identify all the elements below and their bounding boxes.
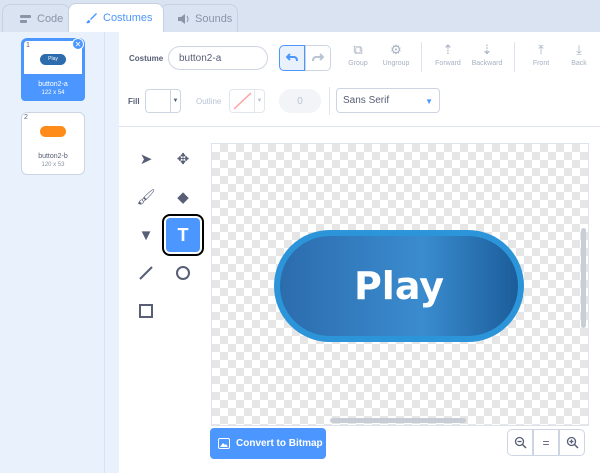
outline-width-input[interactable]: 0: [279, 89, 321, 113]
eraser-tool[interactable]: ◆: [166, 180, 200, 214]
zoom-out-button[interactable]: [507, 429, 533, 456]
front-icon: ⤒: [538, 42, 544, 57]
fill-tool[interactable]: ▼: [129, 218, 163, 252]
costume-name: button2-a: [38, 81, 68, 88]
section-divider: [119, 126, 600, 127]
back-button[interactable]: ⤓ Back: [559, 42, 599, 67]
outline-color-picker[interactable]: ▼: [229, 89, 265, 113]
zoom-reset-label: =: [542, 435, 550, 450]
zoom-in-button[interactable]: [559, 429, 585, 456]
costume-list: 1 Play ✕ button2-a 122 x 54 2 button2-b …: [0, 32, 105, 473]
toolbar-divider: [421, 42, 422, 72]
circle-tool[interactable]: [166, 256, 200, 290]
tab-bar: Code Costumes Sounds: [0, 0, 600, 32]
forward-button[interactable]: ⇡ Forward: [428, 42, 468, 67]
group-icon: ⧉: [353, 42, 363, 57]
font-select[interactable]: Sans Serif ▼: [336, 88, 440, 113]
costume-name-input[interactable]: button2-a: [168, 46, 268, 70]
brush-icon: [86, 13, 97, 24]
costume-thumbnail: [40, 126, 66, 137]
tab-code[interactable]: Code: [2, 4, 70, 32]
paint-editor: Costume button2-a ⧉ Group ⚙ Ungroup ⇡ Fo…: [119, 32, 600, 473]
font-select-value: Sans Serif: [343, 95, 390, 106]
forward-icon: ⇡: [442, 42, 454, 57]
toolbar-divider: [329, 87, 330, 115]
circle-icon: [176, 266, 190, 280]
undo-redo-group: [279, 45, 331, 71]
costume-thumbnail: Play: [40, 54, 66, 65]
group-button[interactable]: ⧉ Group: [338, 42, 378, 67]
rectangle-icon: [139, 304, 153, 318]
tab-costumes[interactable]: Costumes: [68, 3, 164, 32]
tab-code-label: Code: [37, 12, 64, 25]
backward-label: Backward: [471, 60, 503, 67]
delete-icon[interactable]: ✕: [72, 38, 84, 50]
undo-button[interactable]: [279, 45, 305, 71]
costume-item[interactable]: 1 Play ✕ button2-a 122 x 54: [21, 38, 85, 101]
costume-label: Costume: [129, 54, 164, 63]
ungroup-icon: ⚙: [390, 42, 402, 57]
rectangle-tool[interactable]: [129, 294, 163, 328]
fill-label: Fill: [128, 97, 140, 106]
costume-number: 2: [24, 114, 28, 121]
back-label: Back: [571, 60, 587, 67]
reshape-icon: ✥: [176, 151, 190, 168]
costume-size: 122 x 54: [41, 90, 65, 96]
editor-toolbar: Costume button2-a ⧉ Group ⚙ Ungroup ⇡ Fo…: [119, 32, 600, 82]
horizontal-scrollbar[interactable]: [330, 418, 466, 423]
select-tool[interactable]: ➤: [129, 142, 163, 176]
arrow-pointer-icon: ➤: [139, 151, 153, 168]
brush-tool[interactable]: 🖌: [129, 180, 163, 214]
backward-button[interactable]: ⇣ Backward: [467, 42, 507, 67]
front-label: Front: [532, 60, 550, 67]
redo-button[interactable]: [305, 45, 331, 71]
text-tool[interactable]: T: [162, 214, 204, 256]
speaker-icon: [178, 13, 189, 24]
costume-item[interactable]: 2 button2-b 120 x 53: [21, 112, 85, 175]
costume-name: button2-b: [38, 153, 68, 160]
zoom-out-icon: [514, 436, 527, 449]
zoom-reset-button[interactable]: =: [533, 429, 559, 456]
ungroup-label: Ungroup: [382, 60, 410, 67]
play-button-text: Play: [353, 264, 445, 308]
no-color-icon: [233, 92, 252, 110]
convert-label: Convert to Bitmap: [236, 438, 323, 449]
outline-label: Outline: [196, 97, 222, 106]
brush-icon: 🖌: [136, 189, 156, 206]
paint-bucket-icon: ▼: [138, 226, 154, 244]
fill-color-picker[interactable]: ▼: [145, 89, 181, 113]
drawing-canvas[interactable]: Play: [211, 143, 589, 426]
undo-icon: [286, 53, 298, 62]
text-icon: T: [177, 224, 189, 245]
costume-number: 1: [26, 42, 30, 49]
forward-label: Forward: [435, 60, 461, 67]
tab-costumes-label: Costumes: [103, 12, 153, 24]
ungroup-button[interactable]: ⚙ Ungroup: [376, 42, 416, 67]
chevron-down-icon: ▼: [170, 90, 180, 112]
tab-sounds[interactable]: Sounds: [160, 4, 238, 32]
play-button-shape[interactable]: Play: [274, 230, 524, 342]
chevron-down-icon: ▼: [425, 97, 433, 106]
zoom-in-icon: [566, 436, 579, 449]
vertical-scrollbar[interactable]: [581, 228, 586, 328]
convert-to-bitmap-button[interactable]: Convert to Bitmap: [210, 428, 326, 459]
costume-size: 120 x 53: [41, 162, 65, 168]
reshape-tool[interactable]: ✥: [166, 142, 200, 176]
eraser-icon: ◆: [177, 189, 189, 206]
code-icon: [20, 14, 31, 23]
toolbar-divider: [514, 42, 515, 72]
line-tool[interactable]: [129, 256, 163, 290]
chevron-down-icon: ▼: [254, 90, 264, 112]
properties-bar: Fill ▼ Outline ▼ 0 Sans Serif ▼: [119, 82, 600, 122]
zoom-controls: =: [507, 429, 585, 456]
back-icon: ⤓: [576, 42, 582, 57]
tab-sounds-label: Sounds: [195, 12, 233, 25]
image-icon: [218, 438, 230, 449]
group-label: Group: [348, 60, 368, 67]
backward-icon: ⇣: [481, 42, 493, 57]
redo-icon: [312, 53, 324, 62]
front-button[interactable]: ⤒ Front: [521, 42, 561, 67]
line-icon: [139, 266, 153, 280]
